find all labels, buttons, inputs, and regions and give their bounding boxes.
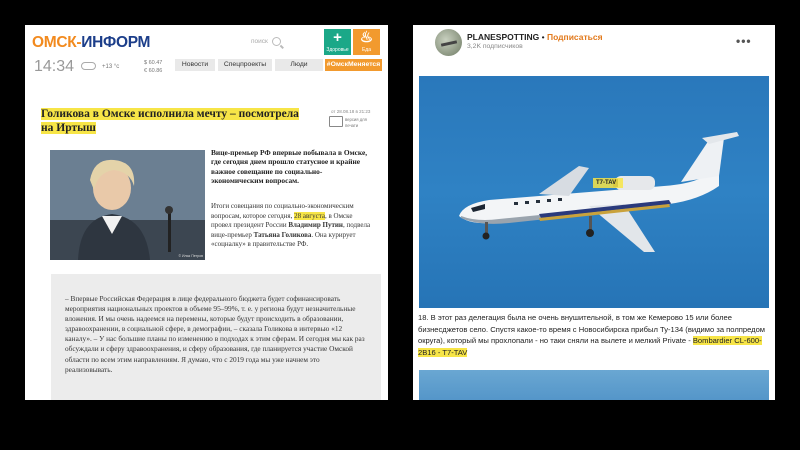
article-photo: © Илья Петров bbox=[50, 150, 205, 260]
article-lead: Вице-премьер РФ впервые побывала в Омске… bbox=[211, 148, 368, 186]
channel-avatar[interactable] bbox=[435, 29, 462, 56]
currency-rates: $ 60.47 € 60.86 bbox=[144, 60, 163, 74]
site-logo[interactable]: ОМСК-ИНФОРМ bbox=[32, 34, 150, 52]
nav-people[interactable]: Люди bbox=[275, 59, 323, 71]
nav-news[interactable]: Новости bbox=[175, 59, 215, 71]
health-cross-icon: + bbox=[333, 29, 342, 46]
search-box[interactable]: поиск bbox=[251, 37, 281, 46]
post-text: 18. В этот раз делегация была не очень в… bbox=[418, 313, 766, 357]
nav-omsk-changes[interactable]: #ОмскМеняется bbox=[325, 59, 382, 71]
food-dish-icon: ♨ bbox=[359, 29, 374, 46]
photo-caption: © Илья Петров bbox=[178, 254, 203, 258]
search-label: поиск bbox=[251, 38, 268, 45]
post-photo-plane[interactable]: T7-TAV bbox=[419, 76, 769, 308]
temperature: +13 °c bbox=[102, 64, 120, 70]
channel-name[interactable]: PLANESPOTTING bbox=[467, 32, 539, 42]
search-icon bbox=[271, 37, 281, 46]
registration-highlight: T7-TAV bbox=[596, 180, 617, 186]
channel-header: PLANESPOTTING • Подписаться bbox=[467, 32, 603, 42]
clock: 14:34 bbox=[34, 58, 75, 75]
article-quote: – Впервые Российская Федерация в лице фе… bbox=[51, 274, 381, 400]
subscribe-button[interactable]: Подписаться bbox=[547, 32, 603, 42]
highlight-date: 28 августа bbox=[294, 211, 325, 220]
next-post-photo[interactable] bbox=[419, 370, 769, 400]
article-date: от 28.08.18 в 21:23 bbox=[331, 109, 371, 114]
print-icon[interactable] bbox=[329, 116, 343, 127]
more-menu-icon[interactable]: ••• bbox=[736, 34, 752, 48]
food-tile[interactable]: ♨ Еда bbox=[353, 29, 380, 55]
article-body: Итоги совещания по социально-экономическ… bbox=[211, 202, 371, 249]
print-version-link[interactable]: версия для печати bbox=[345, 117, 379, 128]
news-article-panel: ОМСК-ИНФОРМ поиск + Здоровье ♨ Еда 14:34… bbox=[25, 25, 388, 400]
social-post-panel: PLANESPOTTING • Подписаться 3,2K подписч… bbox=[413, 25, 775, 400]
article-headline: Голикова в Омске исполнила мечту – посмо… bbox=[41, 108, 299, 134]
health-tile[interactable]: + Здоровье bbox=[324, 29, 351, 55]
nav-special-projects[interactable]: Спецпроекты bbox=[218, 59, 272, 71]
subscriber-count: 3,2K подписчиков bbox=[467, 43, 523, 50]
cloud-icon bbox=[81, 62, 96, 70]
